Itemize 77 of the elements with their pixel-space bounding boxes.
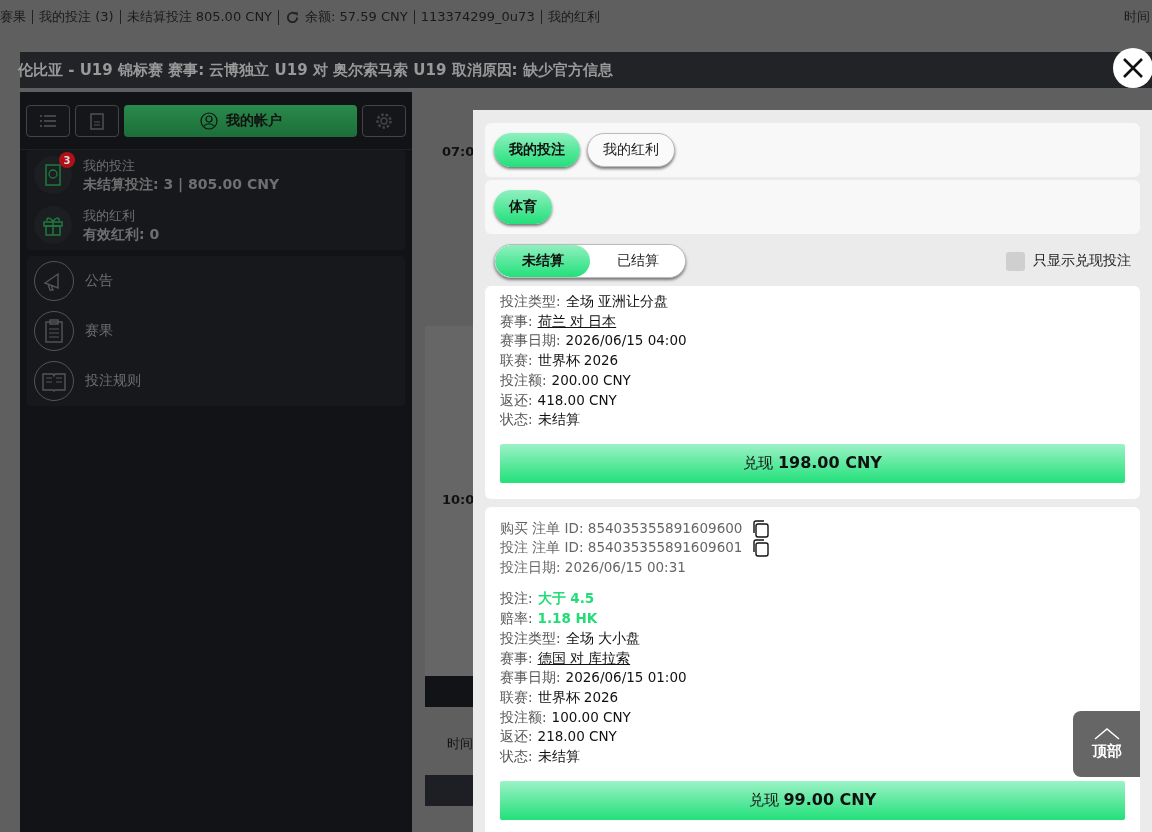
cashout-button[interactable]: 兑现 198.00 CNY: [500, 443, 1125, 483]
list-icon: [40, 115, 56, 127]
bet-meta: 投注日期: 2026/06/15 00:31: [500, 557, 686, 577]
field-label: 状态:: [500, 410, 533, 430]
top-link[interactable]: 我的红利: [540, 10, 606, 24]
time-slot: 07:0: [442, 144, 475, 159]
menu-item[interactable]: 公告: [85, 272, 113, 290]
top-link[interactable]: 我的投注 (3): [32, 10, 120, 24]
field-value: 218.00 CNY: [537, 727, 617, 747]
field-label: 投注额:: [500, 370, 547, 390]
field-value: 200.00 CNY: [551, 370, 631, 390]
tab[interactable]: 我的红利: [587, 133, 675, 167]
match-link[interactable]: 荷兰 对 日本: [537, 311, 617, 332]
field-value: 418.00 CNY: [537, 390, 617, 410]
time-slot: 10:0: [442, 492, 475, 507]
field-value: 大于 4.5: [537, 589, 595, 609]
settings-button[interactable]: [362, 105, 406, 137]
status-option[interactable]: 未结算: [495, 245, 590, 277]
field-value: 2026/06/15 04:00: [565, 331, 687, 351]
field-label: 返还:: [500, 390, 533, 410]
field-value: 全场 亚洲让分盘: [565, 292, 668, 311]
field-label: 状态:: [500, 747, 533, 767]
scroll-top-button[interactable]: 顶部: [1073, 711, 1140, 777]
betslip-button[interactable]: [75, 105, 119, 137]
top-link[interactable]: 未结算投注 805.00 CNY: [119, 10, 279, 24]
bet-meta: 投注 注单 ID: 854035355891609601: [500, 538, 743, 558]
copy-icon[interactable]: [752, 519, 770, 538]
field-value: 1.18 HK: [537, 609, 598, 629]
user-icon: [199, 112, 218, 130]
balance-link[interactable]: 余额: 57.59 CNY: [278, 9, 414, 25]
field-value: 100.00 CNY: [551, 707, 631, 727]
field-label: 联赛:: [500, 687, 533, 707]
count-badge: 3: [59, 152, 75, 168]
field-value: 2026/06/15 01:00: [565, 668, 687, 688]
field-label: 投注类型:: [500, 628, 561, 648]
field-label: 联赛:: [500, 351, 533, 371]
field-value: 全场 大小盘: [565, 628, 640, 648]
field-label: 赔率:: [500, 609, 533, 629]
field-label: 投注:: [500, 589, 533, 609]
match-link[interactable]: 德国 对 库拉索: [537, 648, 631, 669]
field-value: 未结算: [537, 410, 580, 430]
checkbox-label[interactable]: 只显示兑现投注: [1033, 252, 1131, 270]
summary-detail: 未结算投注: 3 | 805.00 CNY: [83, 175, 280, 193]
refresh-icon[interactable]: [285, 9, 301, 25]
menu-item[interactable]: 赛果: [85, 322, 113, 340]
tab[interactable]: 我的投注: [494, 133, 580, 167]
bet-meta: 购买 注单 ID: 854035355891609600: [500, 518, 743, 538]
field-label: 返还:: [500, 727, 533, 747]
copy-icon[interactable]: [752, 539, 770, 558]
summary-detail: 有效红利: 0: [83, 225, 160, 243]
cashout-button[interactable]: 兑现 99.00 CNY: [500, 780, 1125, 820]
field-label: 赛事:: [500, 648, 533, 668]
top-link[interactable]: 113374299_0u73: [413, 10, 541, 24]
field-label: 赛事日期:: [500, 668, 561, 688]
receipt-icon: [90, 112, 104, 130]
settings-icon: [375, 112, 393, 130]
list-button[interactable]: [26, 105, 70, 137]
field-label: 赛事:: [500, 311, 533, 331]
field-value: 世界杯 2026: [537, 687, 619, 707]
field-label: 投注类型:: [500, 292, 561, 311]
chevron-up-icon: [1093, 727, 1120, 740]
time-label: 时间: [447, 735, 473, 753]
summary-title[interactable]: 我的红利: [83, 207, 160, 225]
time-label: 时间: [1124, 8, 1151, 26]
close-icon: [1122, 57, 1144, 79]
field-value: 世界杯 2026: [537, 351, 619, 371]
top-link[interactable]: 赛果: [0, 10, 32, 24]
account-button[interactable]: 我的帐户: [124, 105, 357, 137]
clipboard-icon: [43, 318, 65, 344]
receipt-icon: [44, 163, 62, 187]
field-value: 未结算: [537, 747, 580, 767]
field-label: 投注额:: [500, 707, 547, 727]
checkbox[interactable]: [1006, 251, 1025, 271]
menu-item[interactable]: 投注规则: [85, 372, 141, 390]
summary-title[interactable]: 我的投注: [83, 157, 280, 175]
field-label: 赛事日期:: [500, 331, 561, 351]
category-tab[interactable]: 体育: [494, 190, 552, 224]
